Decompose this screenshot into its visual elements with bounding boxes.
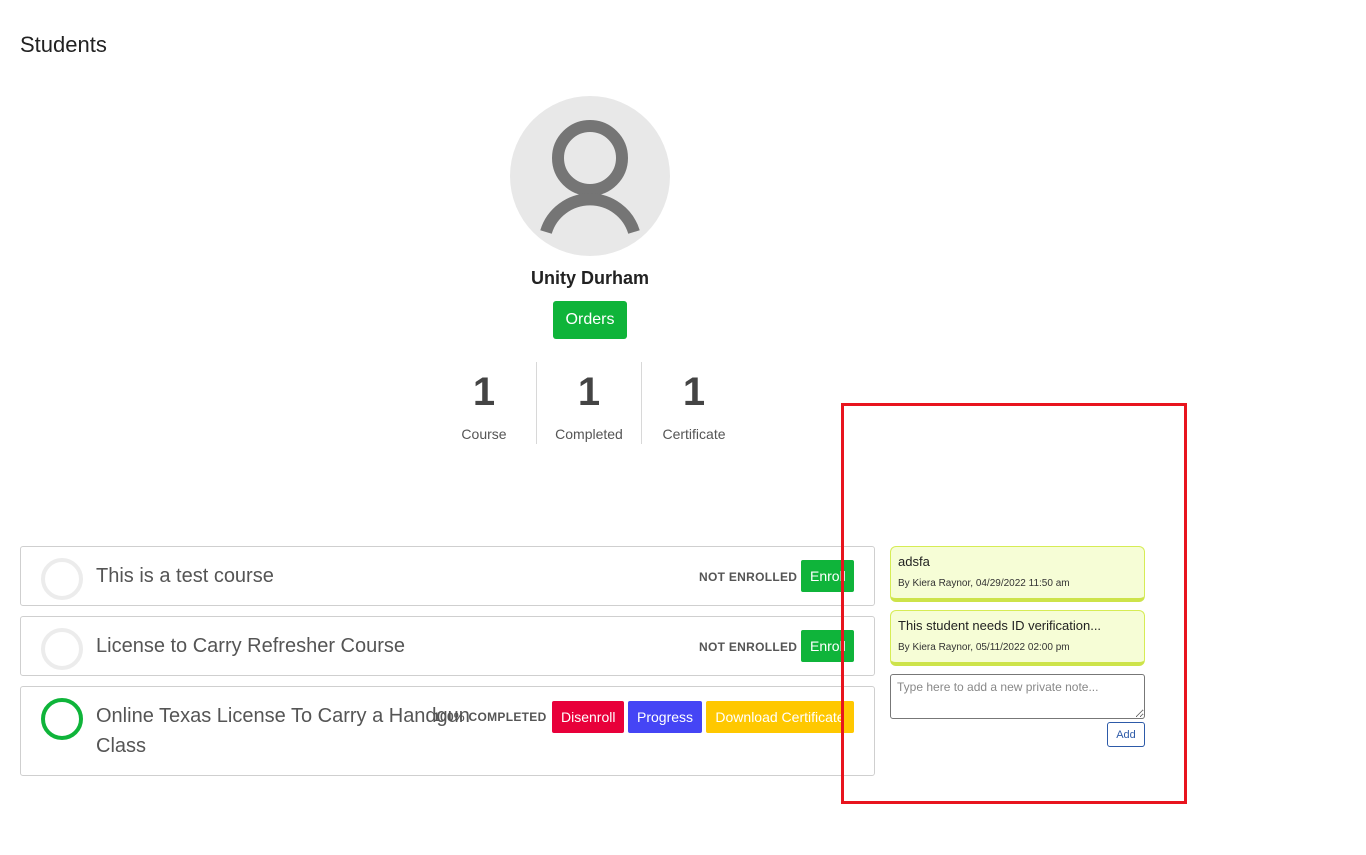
progress-ring-icon xyxy=(41,628,83,670)
course-card: This is a test course NOT ENROLLED Enrol… xyxy=(20,546,875,606)
course-title: This is a test course xyxy=(96,565,274,587)
enrollment-status: NOT ENROLLED xyxy=(699,570,798,584)
download-certificate-button[interactable]: Download Certificate xyxy=(706,701,854,733)
note-text: This student needs ID verification... xyxy=(898,618,1102,633)
disenroll-button[interactable]: Disenroll xyxy=(552,701,624,733)
stat-value: 1 xyxy=(577,370,601,414)
note-text: adsfa xyxy=(898,554,930,569)
stat-completed: 1 Completed xyxy=(536,362,641,444)
private-notes-panel: adsfa By Kiera Raynor, 04/29/2022 11:50 … xyxy=(890,546,1145,747)
stat-label: Course xyxy=(461,426,507,442)
stat-course: 1 Course xyxy=(432,362,536,444)
avatar xyxy=(510,96,670,256)
completion-status: 100% COMPLETED xyxy=(433,710,547,724)
course-title: License to Carry Refresher Course xyxy=(96,635,406,657)
course-title: Online Texas License To Carry a Handgun … xyxy=(96,705,470,757)
progress-ring-icon xyxy=(41,558,83,600)
note-item: adsfa By Kiera Raynor, 04/29/2022 11:50 … xyxy=(890,546,1145,602)
enroll-button[interactable]: Enroll xyxy=(801,560,854,592)
stat-label: Completed xyxy=(555,426,623,442)
course-card: Online Texas License To Carry a Handgun … xyxy=(20,686,875,776)
add-note-button[interactable]: Add xyxy=(1107,722,1145,747)
page-title: Students xyxy=(20,32,107,57)
note-item: This student needs ID verification... By… xyxy=(890,610,1145,666)
progress-button[interactable]: Progress xyxy=(628,701,702,733)
orders-button[interactable]: Orders xyxy=(553,301,627,339)
progress-ring-icon xyxy=(41,698,83,740)
course-card: License to Carry Refresher Course NOT EN… xyxy=(20,616,875,676)
enroll-button[interactable]: Enroll xyxy=(801,630,854,662)
stat-value: 1 xyxy=(682,370,706,414)
student-name: Unity Durham xyxy=(530,268,649,288)
stat-certificate: 1 Certificate xyxy=(641,362,746,444)
course-list: This is a test course NOT ENROLLED Enrol… xyxy=(20,546,875,786)
stat-value: 1 xyxy=(472,370,496,414)
stat-label: Certificate xyxy=(662,426,726,442)
enrollment-status: NOT ENROLLED xyxy=(699,640,798,654)
note-meta: By Kiera Raynor, 05/11/2022 02:00 pm xyxy=(898,642,1070,653)
stats-panel: 1 Course 1 Completed 1 Certificate xyxy=(432,362,746,444)
new-note-input[interactable] xyxy=(890,674,1145,719)
note-meta: By Kiera Raynor, 04/29/2022 11:50 am xyxy=(898,578,1070,589)
user-icon xyxy=(540,120,640,234)
